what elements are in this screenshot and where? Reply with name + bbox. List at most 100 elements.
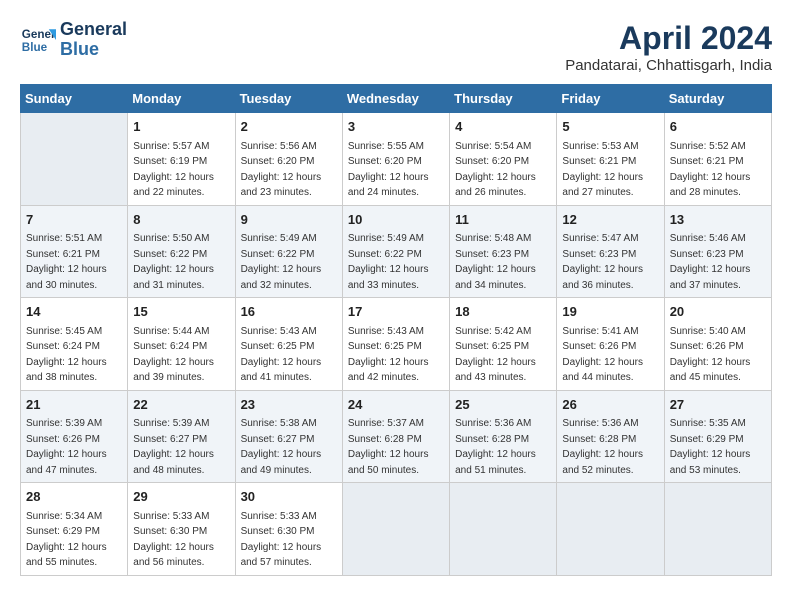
title-block: April 2024 Pandatarai, Chhattisgarh, Ind… <box>565 20 772 74</box>
calendar-cell: 25Sunrise: 5:36 AMSunset: 6:28 PMDayligh… <box>450 390 557 483</box>
cell-content: Sunrise: 5:41 AMSunset: 6:26 PMDaylight:… <box>562 324 658 386</box>
day-number: 8 <box>133 210 229 230</box>
calendar-cell: 17Sunrise: 5:43 AMSunset: 6:25 PMDayligh… <box>342 298 449 391</box>
day-number: 12 <box>562 210 658 230</box>
calendar-cell: 19Sunrise: 5:41 AMSunset: 6:26 PMDayligh… <box>557 298 664 391</box>
cell-content: Sunrise: 5:50 AMSunset: 6:22 PMDaylight:… <box>133 231 229 293</box>
calendar-week-row: 28Sunrise: 5:34 AMSunset: 6:29 PMDayligh… <box>21 483 772 576</box>
location: Pandatarai, Chhattisgarh, India <box>565 57 772 74</box>
cell-content: Sunrise: 5:39 AMSunset: 6:27 PMDaylight:… <box>133 416 229 478</box>
calendar-table: SundayMondayTuesdayWednesdayThursdayFrid… <box>20 84 772 576</box>
calendar-cell <box>664 483 771 576</box>
cell-content: Sunrise: 5:53 AMSunset: 6:21 PMDaylight:… <box>562 139 658 201</box>
cell-content: Sunrise: 5:52 AMSunset: 6:21 PMDaylight:… <box>670 139 766 201</box>
calendar-cell: 26Sunrise: 5:36 AMSunset: 6:28 PMDayligh… <box>557 390 664 483</box>
cell-content: Sunrise: 5:43 AMSunset: 6:25 PMDaylight:… <box>241 324 337 386</box>
calendar-cell: 6Sunrise: 5:52 AMSunset: 6:21 PMDaylight… <box>664 113 771 206</box>
calendar-cell: 13Sunrise: 5:46 AMSunset: 6:23 PMDayligh… <box>664 205 771 298</box>
cell-content: Sunrise: 5:46 AMSunset: 6:23 PMDaylight:… <box>670 231 766 293</box>
cell-content: Sunrise: 5:36 AMSunset: 6:28 PMDaylight:… <box>455 416 551 478</box>
calendar-cell: 9Sunrise: 5:49 AMSunset: 6:22 PMDaylight… <box>235 205 342 298</box>
weekday-header-tuesday: Tuesday <box>235 85 342 113</box>
weekday-header-sunday: Sunday <box>21 85 128 113</box>
day-number: 28 <box>26 487 122 507</box>
day-number: 14 <box>26 302 122 322</box>
logo: General Blue General Blue <box>20 20 127 60</box>
day-number: 2 <box>241 117 337 137</box>
calendar-cell: 21Sunrise: 5:39 AMSunset: 6:26 PMDayligh… <box>21 390 128 483</box>
day-number: 16 <box>241 302 337 322</box>
cell-content: Sunrise: 5:38 AMSunset: 6:27 PMDaylight:… <box>241 416 337 478</box>
day-number: 4 <box>455 117 551 137</box>
calendar-cell: 18Sunrise: 5:42 AMSunset: 6:25 PMDayligh… <box>450 298 557 391</box>
calendar-cell: 24Sunrise: 5:37 AMSunset: 6:28 PMDayligh… <box>342 390 449 483</box>
weekday-header-row: SundayMondayTuesdayWednesdayThursdayFrid… <box>21 85 772 113</box>
cell-content: Sunrise: 5:33 AMSunset: 6:30 PMDaylight:… <box>133 509 229 571</box>
calendar-cell: 5Sunrise: 5:53 AMSunset: 6:21 PMDaylight… <box>557 113 664 206</box>
day-number: 3 <box>348 117 444 137</box>
cell-content: Sunrise: 5:34 AMSunset: 6:29 PMDaylight:… <box>26 509 122 571</box>
cell-content: Sunrise: 5:49 AMSunset: 6:22 PMDaylight:… <box>241 231 337 293</box>
calendar-cell <box>557 483 664 576</box>
cell-content: Sunrise: 5:48 AMSunset: 6:23 PMDaylight:… <box>455 231 551 293</box>
calendar-week-row: 7Sunrise: 5:51 AMSunset: 6:21 PMDaylight… <box>21 205 772 298</box>
day-number: 15 <box>133 302 229 322</box>
weekday-header-saturday: Saturday <box>664 85 771 113</box>
calendar-cell: 22Sunrise: 5:39 AMSunset: 6:27 PMDayligh… <box>128 390 235 483</box>
calendar-cell: 30Sunrise: 5:33 AMSunset: 6:30 PMDayligh… <box>235 483 342 576</box>
cell-content: Sunrise: 5:35 AMSunset: 6:29 PMDaylight:… <box>670 416 766 478</box>
cell-content: Sunrise: 5:57 AMSunset: 6:19 PMDaylight:… <box>133 139 229 201</box>
calendar-cell <box>450 483 557 576</box>
cell-content: Sunrise: 5:39 AMSunset: 6:26 PMDaylight:… <box>26 416 122 478</box>
logo-text: General Blue <box>60 20 127 60</box>
weekday-header-thursday: Thursday <box>450 85 557 113</box>
day-number: 23 <box>241 395 337 415</box>
svg-text:Blue: Blue <box>22 41 48 54</box>
day-number: 24 <box>348 395 444 415</box>
logo-icon: General Blue <box>20 22 56 58</box>
day-number: 26 <box>562 395 658 415</box>
cell-content: Sunrise: 5:49 AMSunset: 6:22 PMDaylight:… <box>348 231 444 293</box>
day-number: 20 <box>670 302 766 322</box>
calendar-week-row: 21Sunrise: 5:39 AMSunset: 6:26 PMDayligh… <box>21 390 772 483</box>
calendar-cell: 14Sunrise: 5:45 AMSunset: 6:24 PMDayligh… <box>21 298 128 391</box>
cell-content: Sunrise: 5:56 AMSunset: 6:20 PMDaylight:… <box>241 139 337 201</box>
cell-content: Sunrise: 5:36 AMSunset: 6:28 PMDaylight:… <box>562 416 658 478</box>
calendar-cell: 8Sunrise: 5:50 AMSunset: 6:22 PMDaylight… <box>128 205 235 298</box>
calendar-cell: 29Sunrise: 5:33 AMSunset: 6:30 PMDayligh… <box>128 483 235 576</box>
day-number: 19 <box>562 302 658 322</box>
calendar-cell: 1Sunrise: 5:57 AMSunset: 6:19 PMDaylight… <box>128 113 235 206</box>
cell-content: Sunrise: 5:45 AMSunset: 6:24 PMDaylight:… <box>26 324 122 386</box>
calendar-cell: 2Sunrise: 5:56 AMSunset: 6:20 PMDaylight… <box>235 113 342 206</box>
cell-content: Sunrise: 5:43 AMSunset: 6:25 PMDaylight:… <box>348 324 444 386</box>
weekday-header-friday: Friday <box>557 85 664 113</box>
day-number: 30 <box>241 487 337 507</box>
day-number: 6 <box>670 117 766 137</box>
calendar-cell: 28Sunrise: 5:34 AMSunset: 6:29 PMDayligh… <box>21 483 128 576</box>
month-title: April 2024 <box>565 20 772 57</box>
day-number: 7 <box>26 210 122 230</box>
day-number: 9 <box>241 210 337 230</box>
day-number: 13 <box>670 210 766 230</box>
day-number: 18 <box>455 302 551 322</box>
calendar-cell: 27Sunrise: 5:35 AMSunset: 6:29 PMDayligh… <box>664 390 771 483</box>
calendar-cell <box>342 483 449 576</box>
cell-content: Sunrise: 5:55 AMSunset: 6:20 PMDaylight:… <box>348 139 444 201</box>
calendar-cell: 11Sunrise: 5:48 AMSunset: 6:23 PMDayligh… <box>450 205 557 298</box>
weekday-header-monday: Monday <box>128 85 235 113</box>
day-number: 11 <box>455 210 551 230</box>
day-number: 10 <box>348 210 444 230</box>
calendar-cell: 3Sunrise: 5:55 AMSunset: 6:20 PMDaylight… <box>342 113 449 206</box>
calendar-cell: 16Sunrise: 5:43 AMSunset: 6:25 PMDayligh… <box>235 298 342 391</box>
calendar-cell: 15Sunrise: 5:44 AMSunset: 6:24 PMDayligh… <box>128 298 235 391</box>
weekday-header-wednesday: Wednesday <box>342 85 449 113</box>
cell-content: Sunrise: 5:54 AMSunset: 6:20 PMDaylight:… <box>455 139 551 201</box>
cell-content: Sunrise: 5:44 AMSunset: 6:24 PMDaylight:… <box>133 324 229 386</box>
cell-content: Sunrise: 5:42 AMSunset: 6:25 PMDaylight:… <box>455 324 551 386</box>
cell-content: Sunrise: 5:40 AMSunset: 6:26 PMDaylight:… <box>670 324 766 386</box>
calendar-cell: 10Sunrise: 5:49 AMSunset: 6:22 PMDayligh… <box>342 205 449 298</box>
day-number: 25 <box>455 395 551 415</box>
calendar-cell: 12Sunrise: 5:47 AMSunset: 6:23 PMDayligh… <box>557 205 664 298</box>
cell-content: Sunrise: 5:51 AMSunset: 6:21 PMDaylight:… <box>26 231 122 293</box>
page-header: General Blue General Blue April 2024 Pan… <box>20 20 772 74</box>
